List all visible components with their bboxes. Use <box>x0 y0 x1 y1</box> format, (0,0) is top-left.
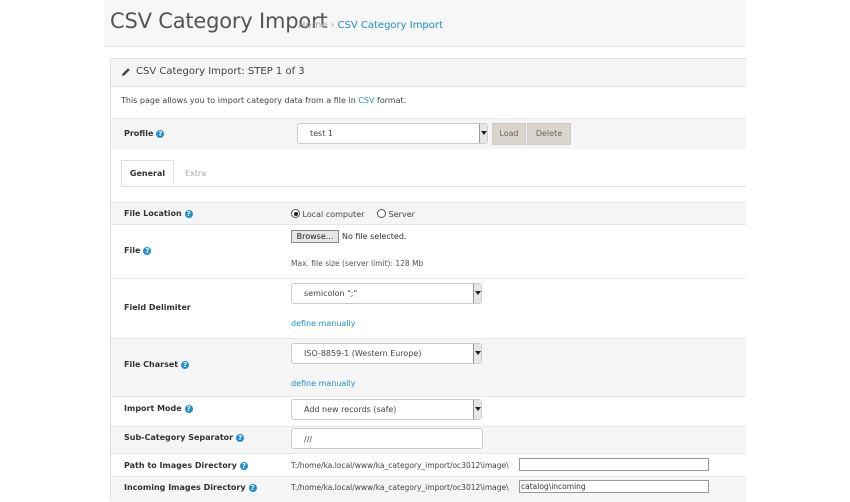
help-icon[interactable]: ? <box>236 434 245 442</box>
chevron-down-icon <box>473 344 481 363</box>
import-mode-value: Add new records (safe) <box>304 405 397 414</box>
server-radio[interactable] <box>377 209 387 218</box>
file-charset-value: ISO-8859-1 (Western Europe) <box>304 349 422 358</box>
file-charset-row: File Charset? ISO-8859-1 (Western Europe… <box>111 338 746 396</box>
help-icon[interactable]: ? <box>156 130 165 138</box>
file-location-label: File Location? <box>124 209 193 218</box>
incoming-directory-label-text: Incoming Images Directory <box>124 483 246 492</box>
profile-select[interactable]: test 1 <box>297 123 488 144</box>
profile-label: Profile? <box>124 129 165 138</box>
browse-button[interactable]: Browse... <box>291 230 339 243</box>
delimiter-define-manually-link[interactable]: define manually <box>291 319 356 328</box>
field-delimiter-row: Field Delimiter semicolon ";" define man… <box>111 278 746 338</box>
help-icon[interactable]: ? <box>184 405 193 413</box>
local-computer-label: Local computer <box>302 210 365 219</box>
charset-define-manually-link[interactable]: define manually <box>291 379 356 388</box>
intro-text-start: This page allows you to import category … <box>121 96 359 105</box>
incoming-directory-input[interactable]: catalog\incoming <box>519 480 709 493</box>
intro-text-end: format. <box>374 96 407 105</box>
images-directory-label-text: Path to Images Directory <box>124 461 237 470</box>
intro-text: This page allows you to import category … <box>121 96 406 105</box>
file-charset-label-text: File Charset <box>124 360 179 369</box>
field-delimiter-value: semicolon ";" <box>304 289 358 298</box>
csv-link[interactable]: CSV <box>358 96 374 105</box>
import-mode-select[interactable]: Add new records (safe) <box>291 399 482 420</box>
subcategory-separator-label-text: Sub-Category Separator <box>124 433 234 442</box>
images-directory-prefix: T:/home/ka.local/www/ka_category_import/… <box>291 461 509 470</box>
import-mode-row: Import Mode? Add new records (safe) <box>111 396 746 426</box>
chevron-down-icon <box>479 124 487 143</box>
breadcrumb-home-link[interactable]: Home <box>298 20 328 31</box>
file-size-hint: Max. file size (server limit): 128 Mb <box>291 259 424 268</box>
chevron-down-icon <box>473 400 481 419</box>
field-delimiter-select[interactable]: semicolon ";" <box>291 283 482 304</box>
images-directory-row: Path to Images Directory? T:/home/ka.loc… <box>111 453 746 476</box>
breadcrumb-separator: › <box>330 20 335 31</box>
incoming-directory-prefix: T:/home/ka.local/www/ka_category_import/… <box>291 483 509 492</box>
tab-general[interactable]: General <box>121 160 174 186</box>
breadcrumb-current-link[interactable]: CSV Category Import <box>338 20 443 31</box>
panel-heading: CSV Category Import: STEP 1 of 3 <box>111 59 746 87</box>
local-computer-radio[interactable] <box>291 209 300 218</box>
tab-extra[interactable]: Extra <box>185 169 206 178</box>
help-icon[interactable]: ? <box>184 210 193 218</box>
file-location-row: File Location? Local computer Server <box>111 202 746 224</box>
file-label-text: File <box>124 246 141 255</box>
subcategory-separator-label: Sub-Category Separator? <box>124 433 245 442</box>
incoming-directory-row: Incoming Images Directory? T:/home/ka.lo… <box>111 476 746 502</box>
import-panel: CSV Category Import: STEP 1 of 3 This pa… <box>110 58 746 502</box>
file-label: File? <box>124 246 152 255</box>
field-delimiter-label: Field Delimiter <box>124 303 191 312</box>
panel-title: CSV Category Import: STEP 1 of 3 <box>136 66 305 77</box>
file-status: No file selected. <box>342 232 407 241</box>
chevron-down-icon <box>473 284 481 303</box>
file-location-label-text: File Location <box>124 209 182 218</box>
profile-label-text: Profile <box>124 129 154 138</box>
tab-bar: General Extra <box>121 160 746 187</box>
help-icon[interactable]: ? <box>239 462 248 470</box>
server-label: Server <box>388 210 415 219</box>
help-icon[interactable]: ? <box>248 484 257 492</box>
profile-select-value: test 1 <box>310 129 333 138</box>
images-directory-input[interactable] <box>519 458 709 471</box>
images-directory-label: Path to Images Directory? <box>124 461 248 470</box>
pencil-icon <box>122 68 130 76</box>
page-container: CSV Category Import Home › CSV Category Im… <box>104 0 746 502</box>
file-location-options: Local computer Server <box>291 209 415 219</box>
load-button[interactable]: Load <box>492 123 526 145</box>
page-title: CSV Category Import <box>110 9 328 33</box>
file-row: File? Browse... No file selected. Max. f… <box>111 224 746 278</box>
delete-button[interactable]: Delete <box>527 123 571 145</box>
file-charset-select[interactable]: ISO-8859-1 (Western Europe) <box>291 343 482 364</box>
help-icon[interactable]: ? <box>143 247 152 255</box>
profile-row: Profile? test 1 Load Delete <box>111 118 746 149</box>
file-charset-label: File Charset? <box>124 360 190 369</box>
subcategory-separator-row: Sub-Category Separator? /// <box>111 426 746 453</box>
breadcrumb: Home › CSV Category Import <box>298 20 443 31</box>
import-mode-label: Import Mode? <box>124 404 193 413</box>
import-mode-label-text: Import Mode <box>124 404 182 413</box>
help-icon[interactable]: ? <box>181 361 190 369</box>
incoming-directory-label: Incoming Images Directory? <box>124 483 257 492</box>
page-header: CSV Category Import Home › CSV Category Im… <box>104 0 745 47</box>
subcategory-separator-input[interactable]: /// <box>291 428 483 449</box>
